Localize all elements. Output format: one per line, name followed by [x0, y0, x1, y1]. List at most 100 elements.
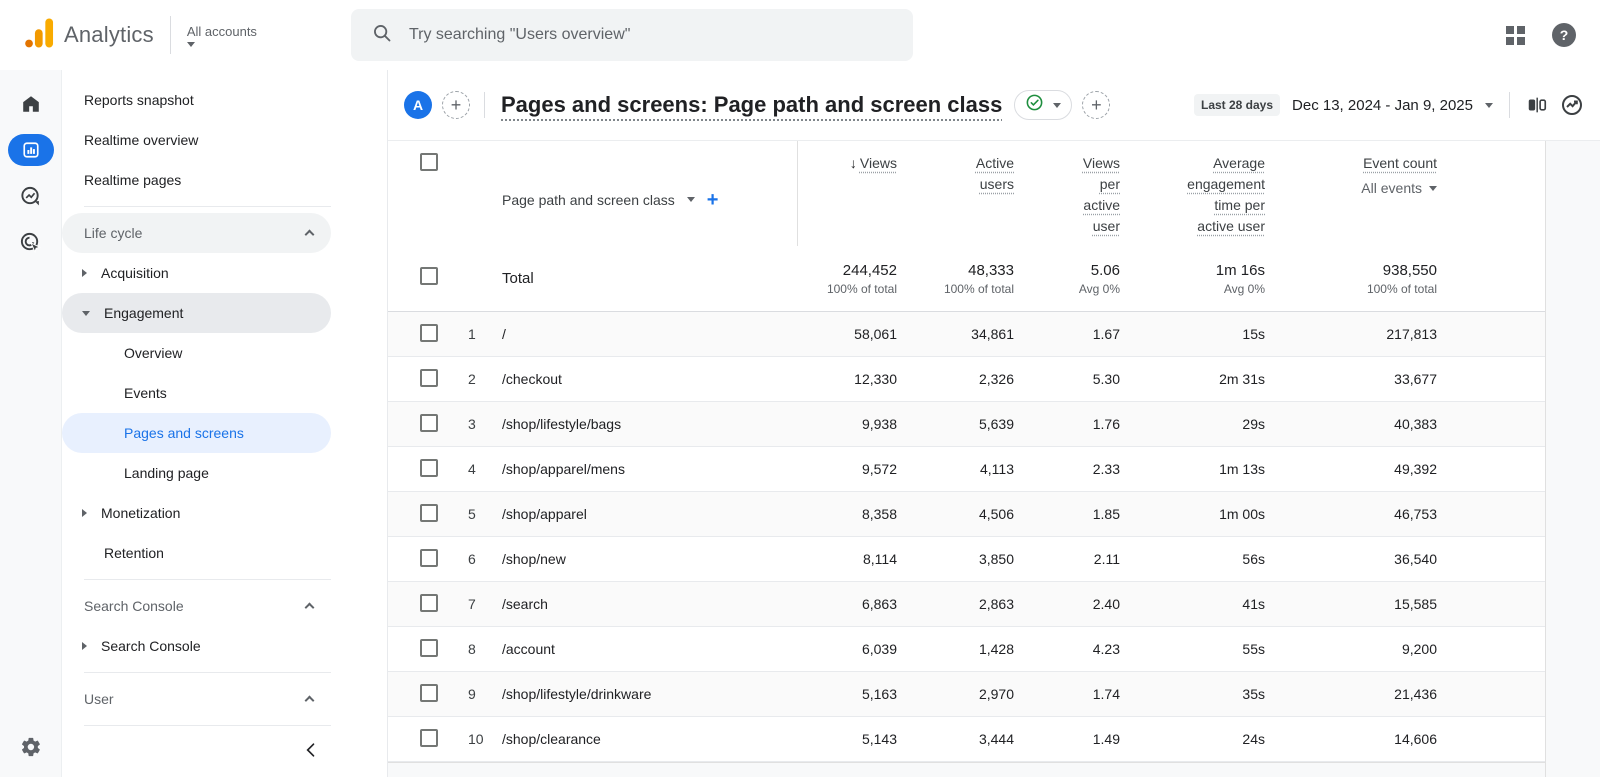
column-label[interactable]: Views [860, 155, 897, 171]
row-rank: 9 [468, 686, 502, 702]
row-page-path: /shop/lifestyle/drinkware [502, 686, 797, 702]
sidebar-item-label: Reports snapshot [84, 92, 194, 108]
help-glyph: ? [1560, 27, 1569, 43]
event-filter-dropdown[interactable]: All events [1265, 178, 1437, 199]
sidebar-item-retention[interactable]: Retention [62, 533, 387, 573]
sidebar-item-search-console[interactable]: Search Console [62, 626, 331, 666]
select-all-checkbox[interactable] [420, 153, 438, 171]
row-views-per-user: 1.74 [1014, 686, 1120, 702]
compare-reports-icon[interactable] [1526, 94, 1548, 116]
row-checkbox[interactable] [420, 639, 438, 657]
column-header-event-count: Event count All events [1265, 141, 1437, 246]
row-views: 5,143 [797, 731, 897, 747]
sidebar-item-overview[interactable]: Overview [62, 333, 331, 373]
column-label[interactable]: Views per active user [1083, 155, 1120, 234]
insights-icon[interactable] [1560, 93, 1584, 117]
row-views-per-user: 1.49 [1014, 731, 1120, 747]
sidebar-item-realtime-pages[interactable]: Realtime pages [62, 160, 387, 200]
date-range-picker[interactable]: Dec 13, 2024 - Jan 9, 2025 [1292, 97, 1473, 114]
home-nav-icon[interactable] [8, 88, 54, 120]
row-checkbox[interactable] [420, 729, 438, 747]
total-checkbox[interactable] [420, 267, 438, 285]
admin-gear-icon[interactable] [8, 731, 54, 763]
row-active-users: 34,861 [897, 326, 1014, 342]
caret-down-icon[interactable] [687, 197, 695, 202]
row-rank: 4 [468, 461, 502, 477]
caret-down-icon [1485, 103, 1493, 108]
advertising-nav-icon[interactable] [8, 226, 54, 258]
row-page-path: /shop/lifestyle/bags [502, 416, 797, 432]
row-page-path: /account [502, 641, 797, 657]
report-status-pill[interactable] [1014, 90, 1072, 120]
sidebar-item-events[interactable]: Events [62, 373, 331, 413]
total-value: 1m 16s [1216, 262, 1265, 279]
table-row: 1 / 58,061 34,861 1.67 15s 217,813 [388, 312, 1545, 357]
sidebar-item-monetization[interactable]: Monetization [62, 493, 331, 533]
row-views: 6,039 [797, 641, 897, 657]
row-rank: 5 [468, 506, 502, 522]
sidebar-item-realtime-overview[interactable]: Realtime overview [62, 120, 387, 160]
row-rank: 2 [468, 371, 502, 387]
row-avg-engagement: 1m 00s [1120, 506, 1265, 522]
global-search[interactable] [351, 9, 913, 61]
scroll-gutter[interactable] [1545, 141, 1600, 777]
table-total-row: Total 244,452100% of total 48,333100% of… [388, 246, 1545, 312]
section-user[interactable]: User [62, 679, 331, 719]
row-event-count: 217,813 [1265, 326, 1437, 342]
sidebar-item-pages-and-screens[interactable]: Pages and screens [62, 413, 331, 453]
dimension-header-label[interactable]: Page path and screen class [502, 192, 675, 208]
account-switcher-label: All accounts [187, 24, 257, 39]
row-rank: 8 [468, 641, 502, 657]
row-checkbox[interactable] [420, 324, 438, 342]
row-views: 58,061 [797, 326, 897, 342]
row-avg-engagement: 1m 13s [1120, 461, 1265, 477]
diagnostics-grid-icon[interactable] [1506, 26, 1524, 44]
row-views-per-user: 1.76 [1014, 416, 1120, 432]
chevron-up-icon [305, 603, 315, 613]
section-life-cycle[interactable]: Life cycle [62, 213, 331, 253]
explore-nav-icon[interactable] [8, 180, 54, 212]
help-icon[interactable]: ? [1552, 23, 1576, 47]
property-avatar[interactable]: A [404, 91, 432, 119]
add-comparison-button[interactable]: + [442, 91, 470, 119]
sidebar-item-reports-snapshot[interactable]: Reports snapshot [62, 80, 387, 120]
row-checkbox[interactable] [420, 594, 438, 612]
section-label: Search Console [84, 598, 184, 614]
row-checkbox[interactable] [420, 369, 438, 387]
search-input[interactable] [409, 26, 893, 44]
row-avg-engagement: 56s [1120, 551, 1265, 567]
row-checkbox[interactable] [420, 684, 438, 702]
account-switcher[interactable]: All accounts [187, 24, 257, 47]
row-avg-engagement: 55s [1120, 641, 1265, 657]
collapse-sidebar-button[interactable] [301, 740, 321, 763]
table-row: 5 /shop/apparel 8,358 4,506 1.85 1m 00s … [388, 492, 1545, 537]
plus-icon: + [1091, 96, 1102, 114]
column-label[interactable]: Event count [1363, 155, 1437, 171]
date-preset-badge: Last 28 days [1194, 94, 1280, 116]
row-event-count: 15,585 [1265, 596, 1437, 612]
row-event-count: 14,606 [1265, 731, 1437, 747]
section-search-console[interactable]: Search Console [62, 586, 331, 626]
row-checkbox[interactable] [420, 459, 438, 477]
sidebar-item-label: Overview [124, 345, 182, 361]
reports-nav-icon[interactable] [8, 134, 54, 166]
row-checkbox[interactable] [420, 549, 438, 567]
sidebar-item-label: Landing page [124, 465, 209, 481]
sidebar-item-label: Realtime pages [84, 172, 181, 188]
add-dimension-button[interactable]: + [707, 190, 719, 210]
row-checkbox[interactable] [420, 414, 438, 432]
sidebar-item-acquisition[interactable]: Acquisition [62, 253, 331, 293]
table-row: 2 /checkout 12,330 2,326 5.30 2m 31s 33,… [388, 357, 1545, 402]
total-sub: 100% of total [1367, 282, 1437, 296]
sidebar-item-engagement[interactable]: Engagement [62, 293, 331, 333]
column-label[interactable]: Active users [976, 155, 1014, 192]
row-checkbox-cell [420, 549, 468, 570]
sidebar-item-landing-page[interactable]: Landing page [62, 453, 331, 493]
sidebar-divider [84, 725, 331, 726]
add-report-button[interactable]: + [1082, 91, 1110, 119]
header-checkbox-cell [420, 141, 468, 246]
row-checkbox[interactable] [420, 504, 438, 522]
sidebar-item-label: Realtime overview [84, 132, 198, 148]
column-label[interactable]: Average engagement time per active user [1187, 155, 1265, 234]
analytics-logo[interactable]: Analytics [24, 18, 154, 53]
